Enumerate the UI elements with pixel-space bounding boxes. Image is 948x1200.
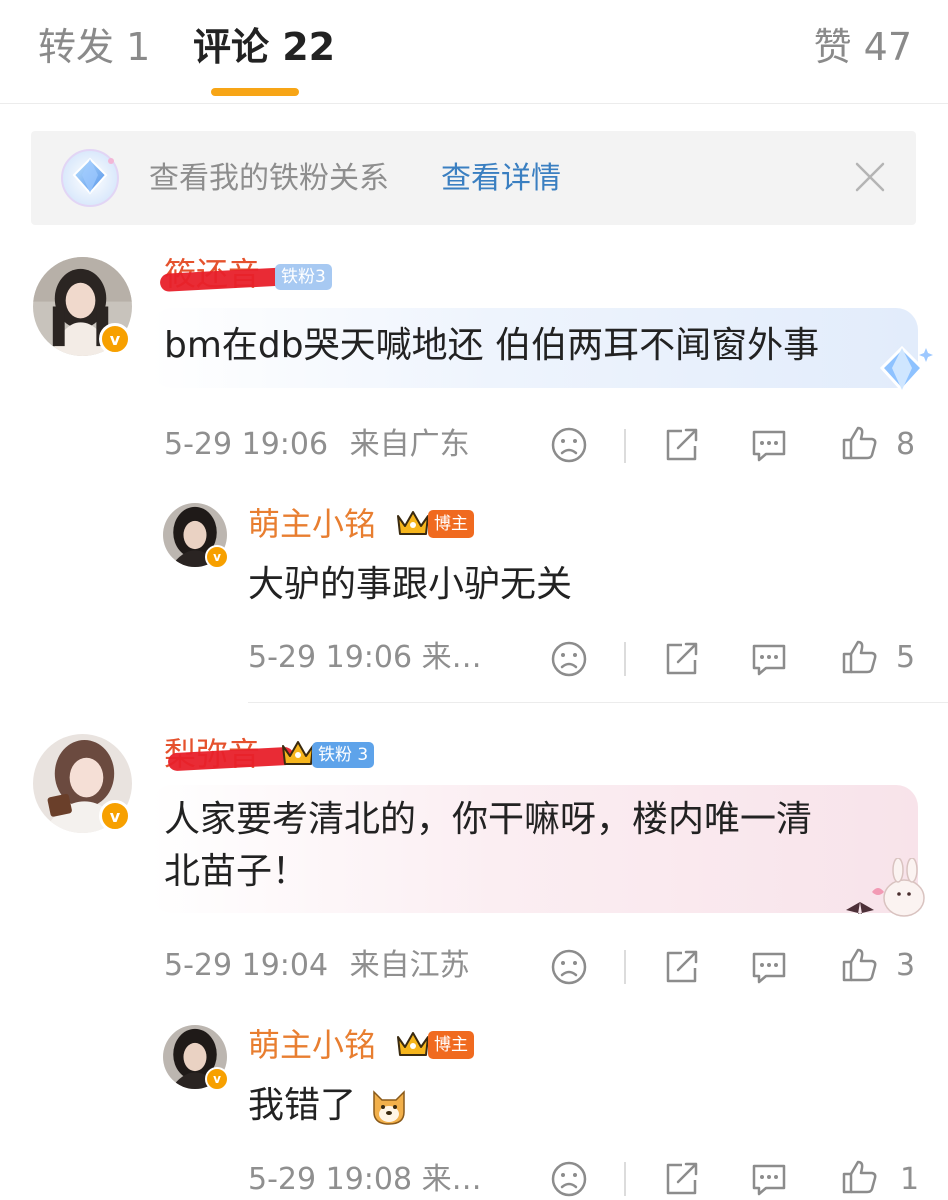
like-count: 1 [900,1162,920,1197]
comment-divider [248,702,948,703]
comment-location: 来自江苏 [349,948,470,983]
fan-relation-banner: 查看我的铁粉关系 查看详情 [31,131,916,225]
comment-meta: 5-29 19:04 来自江苏 [164,946,470,986]
fan-level-badge: 铁粉 3 [312,742,375,768]
host-badge: 博主 [428,510,474,538]
comment-icon[interactable] [750,1160,788,1198]
dislike-icon[interactable] [550,1160,588,1198]
verified-badge: v [205,545,229,569]
tab-forward[interactable]: 转发 1 [38,22,150,72]
comment-text-line-1: 人家要考清北的，你干嘛呀，楼内唯一清 [164,799,813,840]
like-count: 8 [896,427,916,462]
dislike-icon[interactable] [550,948,588,986]
action-divider [624,950,626,984]
share-icon[interactable] [662,640,700,678]
dislike-icon[interactable] [550,640,588,678]
host-badge: 博主 [428,1031,474,1059]
comment-location: 来自广东 [349,427,470,462]
view-details-link[interactable]: 查看详情 [441,159,561,199]
comment-icon[interactable] [750,640,788,678]
avatar[interactable]: v [33,257,132,356]
like-icon[interactable] [840,946,878,984]
comment-time: 5-29 19:04 [164,948,329,983]
reply-text: 我错了 [248,1085,357,1126]
comment-icon[interactable] [750,426,788,464]
banner-text: 查看我的铁粉关系 [149,161,389,196]
close-icon[interactable] [854,161,886,193]
reply-avatar[interactable]: v [163,1025,229,1091]
tab-bar: 转发 1 评论 22 赞 47 [0,0,948,104]
share-icon[interactable] [662,948,700,986]
reply-username[interactable]: 萌主小铭 [248,504,376,544]
share-icon[interactable] [662,426,700,464]
reply-meta: 5-29 19:08 来… [248,1162,482,1197]
avatar[interactable]: v [33,734,132,833]
bunny-decoration-icon [842,857,932,922]
action-divider [624,1162,626,1196]
tab-likes[interactable]: 赞 47 [814,22,912,72]
verified-badge: v [205,1067,229,1091]
dislike-icon[interactable] [550,426,588,464]
comment-text: bm在db哭天喊地还 伯伯两耳不闻窗外事 [164,325,820,366]
fan-level-badge: 铁粉3 [275,264,332,290]
diamond-icon [59,147,121,209]
like-count: 3 [896,948,916,983]
like-icon[interactable] [840,638,878,676]
like-icon[interactable] [840,424,878,462]
diamond-decoration-icon [872,344,934,394]
like-count: 5 [896,640,916,675]
reply-text: 大驴的事跟小驴无关 [248,564,573,605]
comment-text-line-2: 北苗子！ [164,851,309,892]
comment-time: 5-29 19:06 [164,427,329,462]
share-icon[interactable] [662,1160,700,1198]
comment-meta: 5-29 19:06 来自广东 [164,425,470,465]
verified-badge: v [99,800,131,832]
reply-meta: 5-29 19:06 来… [248,640,482,675]
verified-badge: v [99,323,131,355]
reply-username[interactable]: 萌主小铭 [248,1025,376,1065]
action-divider [624,642,626,676]
action-divider [624,429,626,463]
crown-icon [281,738,315,768]
doge-emoji-icon [368,1086,410,1126]
crown-icon [396,508,430,538]
comment-icon[interactable] [750,948,788,986]
active-tab-indicator [211,88,299,96]
like-icon[interactable] [840,1158,878,1196]
reply-avatar[interactable]: v [163,503,229,569]
tab-comments[interactable]: 评论 22 [193,22,335,72]
crown-icon [396,1029,430,1059]
